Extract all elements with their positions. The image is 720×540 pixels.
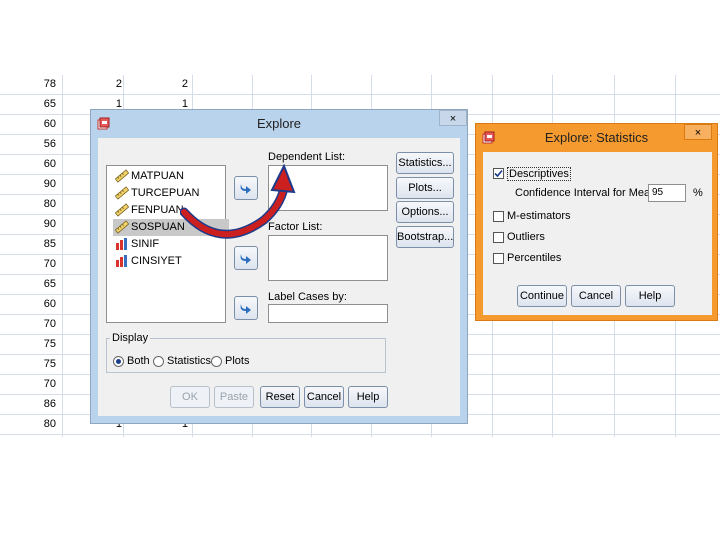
arrow-right-icon	[240, 254, 251, 264]
table-cell[interactable]: 65	[20, 278, 56, 290]
table-cell[interactable]: 56	[20, 138, 56, 150]
table-cell[interactable]: 80	[20, 198, 56, 210]
stats-help-button[interactable]: Help	[625, 285, 675, 307]
ci-unit: %	[693, 187, 703, 199]
statistics-button[interactable]: Statistics...	[396, 152, 454, 174]
table-cell[interactable]: 75	[20, 338, 56, 350]
factor-list[interactable]	[268, 235, 388, 281]
table-cell[interactable]: 90	[20, 218, 56, 230]
table-cell[interactable]: 86	[20, 398, 56, 410]
variable-name: FENPUAN	[131, 204, 184, 216]
ci-value: 95	[652, 187, 664, 198]
ruler-icon	[115, 186, 129, 200]
display-both-radio[interactable]	[113, 356, 124, 367]
table-cell[interactable]: 75	[20, 358, 56, 370]
outliers-label[interactable]: Outliers	[507, 231, 545, 243]
arrow-right-icon	[240, 304, 251, 314]
display-statistics-label[interactable]: Statistics	[167, 355, 211, 367]
table-cell[interactable]: 2	[156, 78, 188, 90]
label-cases-field[interactable]	[268, 304, 388, 323]
label-cases-label: Label Cases by:	[268, 291, 347, 303]
table-cell[interactable]: 85	[20, 238, 56, 250]
explore-dialog: Explore × MATPUAN TURCEPUAN FENPUAN SOSPUAN…	[90, 109, 468, 424]
nominal-bars-icon	[116, 238, 127, 250]
variable-item-cinsiyet[interactable]: CINSIYET	[113, 253, 229, 270]
continue-button[interactable]: Continue	[517, 285, 567, 307]
statistics-dialog: Explore: Statistics × Descriptives Confi…	[475, 123, 718, 321]
ci-input[interactable]: 95	[648, 184, 686, 202]
bootstrap-button[interactable]: Bootstrap...	[396, 226, 454, 248]
table-cell[interactable]: 60	[20, 118, 56, 130]
percentiles-checkbox[interactable]	[493, 253, 504, 264]
table-cell[interactable]: 78	[20, 78, 56, 90]
table-cell[interactable]: 65	[20, 98, 56, 110]
help-button[interactable]: Help	[348, 386, 388, 408]
ruler-icon	[115, 220, 129, 234]
table-cell[interactable]: 80	[20, 418, 56, 430]
ok-button[interactable]: OK	[170, 386, 210, 408]
variable-name: SINIF	[131, 238, 160, 250]
percentiles-label[interactable]: Percentiles	[507, 252, 561, 264]
variable-name: CINSIYET	[131, 255, 182, 267]
move-to-factor-button[interactable]	[234, 246, 258, 270]
ruler-icon	[115, 169, 129, 183]
table-cell[interactable]: 70	[20, 258, 56, 270]
table-cell[interactable]: 2	[90, 78, 122, 90]
table-cell[interactable]: 60	[20, 158, 56, 170]
annotation-arrow	[180, 163, 296, 239]
plots-button[interactable]: Plots...	[396, 177, 454, 199]
paste-button[interactable]: Paste	[214, 386, 254, 408]
explore-close-button[interactable]: ×	[439, 110, 467, 126]
explore-title: Explore	[256, 116, 302, 131]
options-button[interactable]: Options...	[396, 201, 454, 223]
statistics-client: Descriptives Confidence Interval for Mea…	[483, 152, 712, 315]
move-to-label-button[interactable]	[234, 296, 258, 320]
display-both-label[interactable]: Both	[127, 355, 150, 367]
statistics-title: Explore: Statistics	[544, 130, 649, 145]
table-cell[interactable]: 90	[20, 178, 56, 190]
display-plots-radio[interactable]	[211, 356, 222, 367]
outliers-checkbox[interactable]	[493, 232, 504, 243]
descriptives-checkbox[interactable]	[493, 168, 504, 179]
m-estimators-label[interactable]: M-estimators	[507, 210, 571, 222]
statistics-close-button[interactable]: ×	[684, 124, 712, 140]
cancel-button[interactable]: Cancel	[304, 386, 344, 408]
checkmark-icon	[494, 169, 503, 178]
close-icon: ×	[694, 127, 702, 139]
m-estimators-checkbox[interactable]	[493, 211, 504, 222]
nominal-bars-icon	[116, 255, 127, 267]
variable-name: SOSPUAN	[131, 221, 185, 233]
statistics-titlebar[interactable]: Explore: Statistics ×	[476, 124, 717, 152]
variable-name: MATPUAN	[131, 170, 184, 182]
table-cell[interactable]: 70	[20, 378, 56, 390]
table-cell[interactable]: 70	[20, 318, 56, 330]
close-icon: ×	[449, 113, 457, 125]
table-cell[interactable]: 60	[20, 298, 56, 310]
display-legend: Display	[110, 332, 151, 344]
display-plots-label[interactable]: Plots	[225, 355, 249, 367]
display-statistics-radio[interactable]	[153, 356, 164, 367]
ci-label: Confidence Interval for Mean:	[515, 187, 660, 199]
reset-button[interactable]: Reset	[260, 386, 300, 408]
explore-titlebar[interactable]: Explore ×	[91, 110, 467, 138]
stats-cancel-button[interactable]: Cancel	[571, 285, 621, 307]
descriptives-label[interactable]: Descriptives	[507, 167, 571, 181]
ruler-icon	[115, 203, 129, 217]
table-row: 78 2 2	[0, 75, 720, 95]
